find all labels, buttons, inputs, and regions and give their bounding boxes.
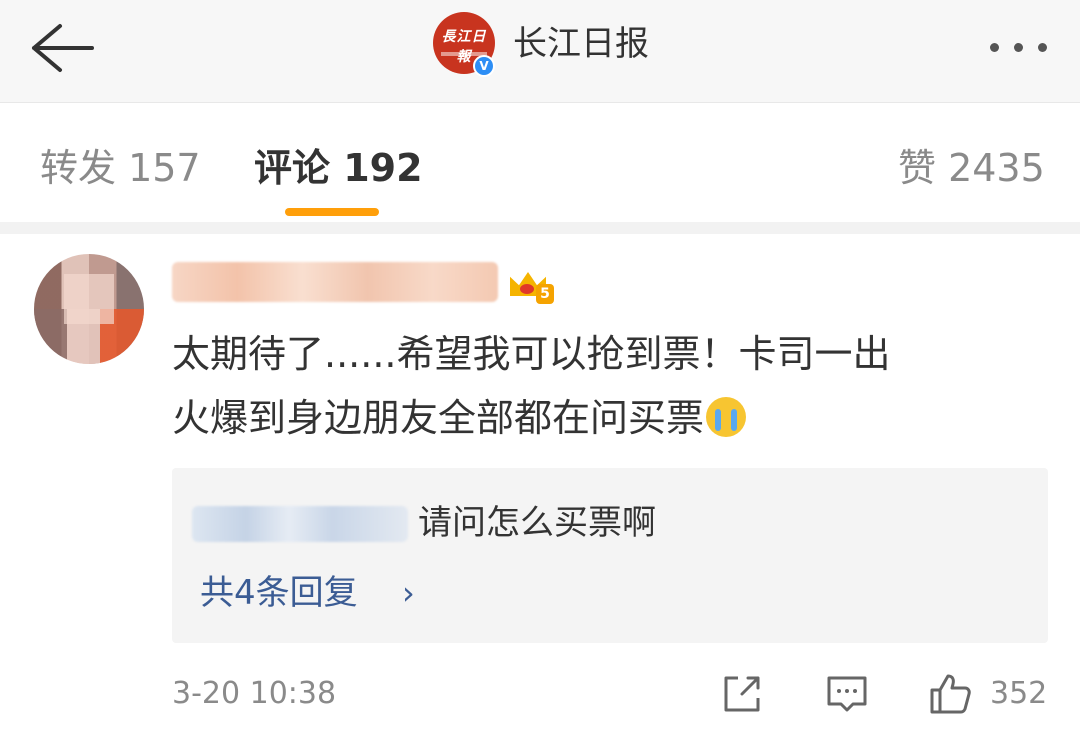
like-count: 352	[990, 676, 1048, 711]
tab-likes[interactable]: 赞 2435	[898, 142, 1045, 194]
top-navigation-bar: 長江日報 V 长江日报	[0, 0, 1080, 103]
thumbs-up-icon[interactable]	[928, 672, 972, 716]
tab-repost[interactable]: 转发 157	[40, 142, 201, 194]
verified-badge-icon: V	[473, 55, 495, 77]
interaction-tabs: 转发 157 评论 192 赞 2435	[0, 104, 1080, 222]
reply-preview-text: 请问怎么买票啊	[418, 503, 656, 543]
section-divider	[0, 222, 1080, 234]
commenter-username-blurred[interactable]	[172, 262, 498, 302]
vip-crown-icon: 5	[508, 262, 554, 304]
commenter-avatar[interactable]	[34, 254, 144, 364]
chevron-right-icon: ›	[402, 574, 415, 612]
comment-text-line-1: 太期待了......希望我可以抢到票！卡司一出	[172, 332, 891, 376]
share-icon[interactable]	[720, 672, 764, 716]
crying-emoji-icon	[706, 397, 747, 437]
reply-preview-box[interactable]: 请问怎么买票啊 共4条回复 ›	[172, 468, 1048, 643]
comment-text-line-2: 火爆到身边朋友全部都在问买票	[172, 386, 1042, 450]
comment-timestamp: 3-20 10:38	[172, 676, 337, 711]
tab-comments[interactable]: 评论 192	[254, 142, 423, 194]
more-dots-icon[interactable]	[984, 26, 1054, 66]
view-all-replies-link[interactable]: 共4条回复	[200, 568, 358, 618]
reply-username-blurred[interactable]	[192, 506, 408, 542]
comment-body[interactable]: 太期待了......希望我可以抢到票！卡司一出 火爆到身边朋友全部都在问买票	[172, 322, 1042, 450]
account-name[interactable]: 长江日报	[513, 20, 649, 68]
comment-bubble-icon[interactable]	[825, 672, 869, 716]
vip-level: 5	[536, 284, 554, 304]
active-tab-indicator	[285, 208, 379, 216]
back-arrow-icon[interactable]	[24, 20, 96, 76]
